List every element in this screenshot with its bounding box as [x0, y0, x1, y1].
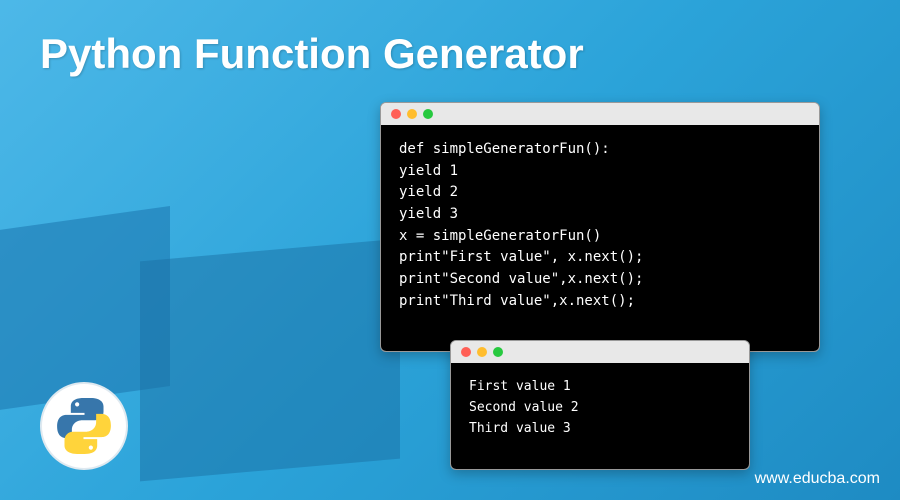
code-line: yield 2	[399, 184, 458, 200]
output-line: Second value 2	[469, 400, 579, 415]
output-window: First value 1 Second value 2 Third value…	[450, 340, 750, 470]
close-icon	[391, 109, 401, 119]
python-logo-icon	[55, 397, 113, 455]
code-line: print"Third value",x.next();	[399, 293, 635, 309]
bg-overlay-shape-2	[140, 239, 400, 482]
code-line: yield 3	[399, 206, 458, 222]
code-line: print"First value", x.next();	[399, 249, 643, 265]
code-terminal: def simpleGeneratorFun(): yield 1 yield …	[381, 125, 819, 351]
page-title: Python Function Generator	[40, 30, 584, 78]
maximize-icon	[493, 347, 503, 357]
footer-url: www.educba.com	[755, 470, 880, 488]
minimize-icon	[477, 347, 487, 357]
code-line: x = simpleGeneratorFun()	[399, 228, 601, 244]
output-terminal: First value 1 Second value 2 Third value…	[451, 363, 749, 469]
output-titlebar	[451, 341, 749, 363]
python-logo	[40, 382, 128, 470]
code-window: def simpleGeneratorFun(): yield 1 yield …	[380, 102, 820, 352]
minimize-icon	[407, 109, 417, 119]
close-icon	[461, 347, 471, 357]
output-line: Third value 3	[469, 421, 571, 436]
output-line: First value 1	[469, 379, 571, 394]
code-titlebar	[381, 103, 819, 125]
code-line: print"Second value",x.next();	[399, 271, 643, 287]
code-line: yield 1	[399, 163, 458, 179]
code-line: def simpleGeneratorFun():	[399, 141, 610, 157]
maximize-icon	[423, 109, 433, 119]
